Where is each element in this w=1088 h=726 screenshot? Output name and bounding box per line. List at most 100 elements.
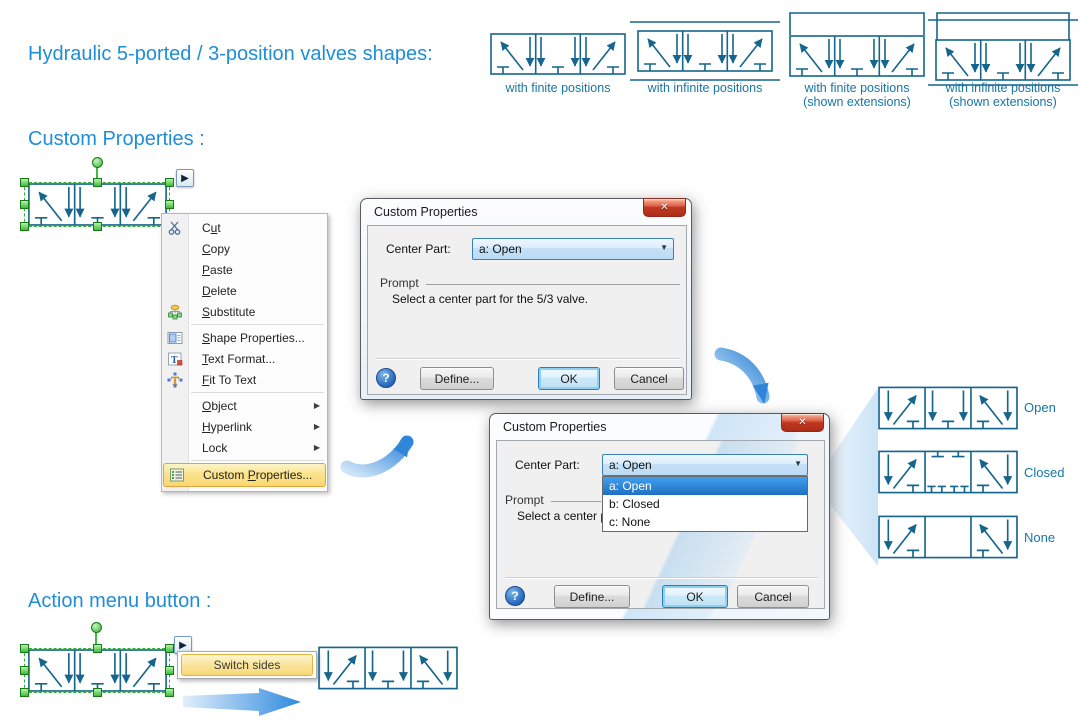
page: Hydraulic 5-ported / 3-position valves s… [0,0,1088,726]
valve-gallery-label: with finite positions (shown extensions) [803,81,911,109]
center-part-label: Center Part: [515,458,580,472]
menu-separator [191,392,324,393]
selection-handle[interactable] [165,178,174,187]
dialog-separator [376,358,680,360]
submenu-arrow-icon: ▶ [313,401,320,410]
selection-handle[interactable] [20,666,29,675]
menu-item-hyperlink[interactable]: Hyperlink ▶ [162,416,327,437]
cancel-button[interactable]: Cancel [737,585,809,608]
menu-separator [191,324,324,325]
help-icon: ? [511,589,519,603]
center-part-label: Center Part: [386,242,451,256]
text-format-icon: T [167,351,183,367]
valve-closed-label: Closed [1024,465,1065,480]
dropdown-option-a-open[interactable]: a: Open [603,477,807,495]
chevron-down-icon: ▼ [660,243,668,252]
valve-drawing[interactable] [27,183,168,226]
play-icon: ▶ [181,172,189,184]
dropdown-option-c-none[interactable]: c: None [603,513,807,531]
selection-handle[interactable] [20,644,29,653]
custom-properties-dialog: Custom Properties ✕ Center Part: a: Open… [360,198,692,400]
submenu-arrow-icon: ▶ [313,443,320,452]
close-icon: ✕ [798,417,807,428]
selection-handle[interactable] [165,200,174,209]
ok-button[interactable]: OK [538,367,600,390]
valve-gallery-label: with finite positions [505,81,611,95]
menu-separator [191,460,324,461]
prompt-group-label: Prompt [380,276,419,290]
rotation-handle[interactable] [92,157,103,168]
close-button[interactable]: ✕ [781,413,824,432]
switch-sides-menu-item[interactable]: Switch sides [181,654,313,676]
help-button[interactable]: ? [376,368,396,388]
close-button[interactable]: ✕ [643,198,686,217]
cancel-button[interactable]: Cancel [614,367,684,390]
custom-properties-dialog-open: Custom Properties ✕ Center Part: a: Open… [489,413,830,620]
valve-closed-shape [878,450,1018,494]
dialog-body: Center Part: a: Open ▼ Prompt Select a c… [367,225,687,395]
rotation-handle[interactable] [91,622,102,633]
prompt-group-line [426,284,680,285]
dialog-title: Custom Properties [503,420,607,434]
center-part-dropdown[interactable]: a: Open ▼ [472,238,674,260]
define-button[interactable]: Define... [420,367,494,390]
curved-arrow-menu-to-dialog [340,435,414,478]
prompt-group-label: Prompt [505,493,544,507]
dialog-body: Center Part: a: Open ▼ Prompt Select a c… [496,440,825,609]
menu-item-substitute[interactable]: Substitute [162,301,327,322]
shape-properties-icon [167,330,183,346]
menu-item-delete[interactable]: Delete [162,280,327,301]
highlight-beam [828,388,878,566]
selection-handle[interactable] [165,666,174,675]
scissors-icon [167,220,183,236]
selection-handle[interactable] [165,644,174,653]
selection-handle[interactable] [20,222,29,231]
submenu-arrow-icon: ▶ [313,422,320,431]
menu-item-shape-properties[interactable]: Shape Properties... [162,327,327,348]
valve-gallery-label: with infinite positions [647,81,763,95]
dialog-separator [505,577,818,579]
dropdown-option-b-closed[interactable]: b: Closed [603,495,807,513]
menu-item-paste[interactable]: Paste [162,259,327,280]
dropdown-list: a: Open b: Closed c: None [602,476,808,532]
svg-text:T: T [171,355,178,366]
menu-item-lock[interactable]: Lock ▶ [162,437,327,458]
menu-item-cut[interactable]: Cut [162,217,327,238]
play-icon: ▶ [179,639,187,651]
right-arrow [183,688,301,716]
dialog-title: Custom Properties [374,205,478,219]
menu-item-text-format[interactable]: T Text Format... [162,348,327,369]
selection-handle[interactable] [20,178,29,187]
selection-handle[interactable] [93,222,102,231]
menu-item-custom-properties[interactable]: Custom Properties... [163,463,326,487]
valve-drawing[interactable] [27,649,168,692]
valve-open-shape [878,386,1018,430]
section-title-custom-properties: Custom Properties : [28,128,205,150]
ok-button[interactable]: OK [662,585,728,608]
prompt-group-line [551,501,601,502]
menu-item-copy[interactable]: Copy [162,238,327,259]
valve-infinite-positions-shape [630,21,780,81]
valve-infinite-extensions-shape [928,12,1078,86]
valve-finite-extensions-shape [789,12,925,78]
section-title-action-menu: Action menu button : [28,590,212,612]
selection-handle[interactable] [93,644,102,653]
action-menu-button[interactable]: ▶ [176,169,194,187]
define-button[interactable]: Define... [554,585,630,608]
selection-handle[interactable] [165,688,174,697]
fit-to-text-icon: T [167,372,183,388]
menu-item-object[interactable]: Object ▶ [162,395,327,416]
chevron-down-icon: ▼ [794,459,802,468]
center-part-dropdown[interactable]: a: Open ▼ [602,454,808,476]
selection-handle[interactable] [93,178,102,187]
substitute-icon [167,304,183,320]
selection-handle[interactable] [93,688,102,697]
context-menu: Cut Copy Paste Delete Substitute Shape P… [161,213,328,492]
selection-handle[interactable] [20,688,29,697]
menu-item-fit-to-text[interactable]: T Fit To Text [162,369,327,390]
help-button[interactable]: ? [505,586,525,606]
valve-none-shape [878,515,1018,559]
valve-finite-positions-shape [490,33,626,75]
selection-handle[interactable] [20,200,29,209]
custom-properties-icon [169,467,185,483]
